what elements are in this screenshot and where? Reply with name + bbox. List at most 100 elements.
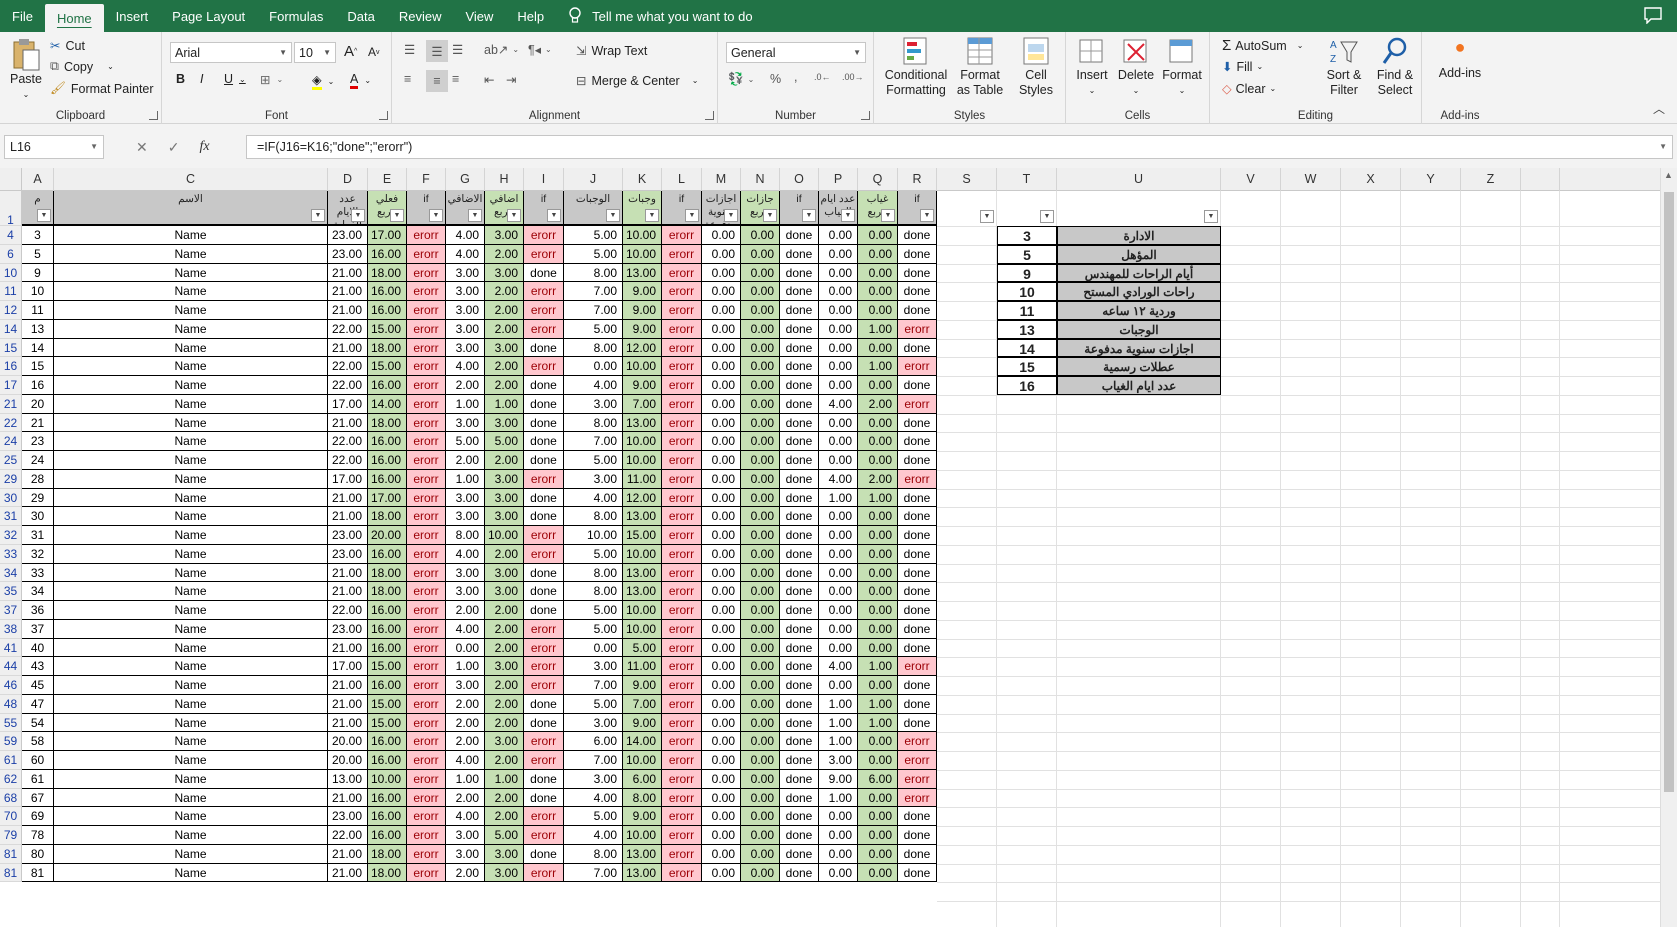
cell-o[interactable]: done xyxy=(780,863,819,883)
cell-g[interactable]: 2.00 xyxy=(446,713,485,733)
cell-c[interactable]: Name xyxy=(54,263,328,283)
cell-i[interactable]: erorr xyxy=(524,301,564,320)
tab-file[interactable]: File xyxy=(0,0,45,32)
cell-r[interactable]: done xyxy=(898,244,937,264)
cell-q[interactable]: 0.00 xyxy=(858,526,898,545)
cell-g[interactable]: 1.00 xyxy=(446,394,485,414)
cell-f[interactable]: erorr xyxy=(407,244,446,264)
cell-d[interactable]: 21.00 xyxy=(328,788,368,808)
cell-m[interactable]: 0.00 xyxy=(702,319,741,339)
cell-r[interactable]: done xyxy=(898,619,937,639)
row-header[interactable]: 44 xyxy=(0,657,22,676)
cell-p[interactable]: 0.00 xyxy=(819,582,858,601)
cell-e[interactable]: 18.00 xyxy=(368,507,407,526)
font-color-button[interactable]: A ⌄ xyxy=(350,72,371,89)
cell-l[interactable]: erorr xyxy=(662,788,702,808)
row-header[interactable]: 37 xyxy=(0,601,22,620)
cell-l[interactable]: erorr xyxy=(662,732,702,751)
cell-p[interactable]: 0.00 xyxy=(819,844,858,864)
cell-j[interactable]: 7.00 xyxy=(564,863,623,883)
cell-j[interactable]: 0.00 xyxy=(564,638,623,658)
cell-e[interactable]: 17.00 xyxy=(368,226,407,245)
cell-f[interactable]: erorr xyxy=(407,544,446,564)
cell-i[interactable]: done xyxy=(524,507,564,526)
cell-m[interactable]: 0.00 xyxy=(702,657,741,676)
format-cells-button[interactable]: Format ⌄ xyxy=(1160,36,1204,98)
cell-h[interactable]: 2.00 xyxy=(485,751,524,770)
cell-q[interactable]: 0.00 xyxy=(858,544,898,564)
cell-e[interactable]: 20.00 xyxy=(368,526,407,545)
bold-button[interactable]: B xyxy=(176,72,185,86)
cell-m[interactable]: 0.00 xyxy=(702,432,741,451)
cell-r[interactable]: done xyxy=(898,694,937,714)
cell-o[interactable]: done xyxy=(780,432,819,451)
lookup-label[interactable]: عدد ايام الغياب xyxy=(1057,376,1221,395)
cell-o[interactable]: done xyxy=(780,694,819,714)
cell-c[interactable]: Name xyxy=(54,376,328,395)
cell-j[interactable]: 5.00 xyxy=(564,319,623,339)
cell-k[interactable]: 10.00 xyxy=(623,226,662,245)
cell-c[interactable]: Name xyxy=(54,694,328,714)
cell-r[interactable]: erorr xyxy=(898,751,937,770)
cell-o[interactable]: done xyxy=(780,301,819,320)
cell-g[interactable]: 3.00 xyxy=(446,826,485,845)
cell-k[interactable]: 9.00 xyxy=(623,676,662,695)
cell-f[interactable]: erorr xyxy=(407,282,446,301)
cell-d[interactable]: 21.00 xyxy=(328,282,368,301)
cell-p[interactable]: 1.00 xyxy=(819,732,858,751)
cell-d[interactable]: 13.00 xyxy=(328,769,368,789)
cell-j[interactable]: 4.00 xyxy=(564,488,623,508)
cell-c[interactable]: Name xyxy=(54,301,328,320)
cell-f[interactable]: erorr xyxy=(407,432,446,451)
cell-j[interactable]: 0.00 xyxy=(564,357,623,376)
cell-h[interactable]: 3.00 xyxy=(485,732,524,751)
row-header[interactable]: 12 xyxy=(0,301,22,320)
tab-page-layout[interactable]: Page Layout xyxy=(160,0,257,32)
cell-r[interactable]: done xyxy=(898,713,937,733)
cell-q[interactable]: 0.00 xyxy=(858,582,898,601)
cell-r[interactable]: done xyxy=(898,563,937,583)
cell-c[interactable]: Name xyxy=(54,226,328,245)
cell-l[interactable]: erorr xyxy=(662,601,702,620)
cell-n[interactable]: 0.00 xyxy=(741,788,780,808)
cell-l[interactable]: erorr xyxy=(662,657,702,676)
cell-h[interactable]: 3.00 xyxy=(485,413,524,433)
cell-o[interactable]: done xyxy=(780,338,819,358)
cell-g[interactable]: 3.00 xyxy=(446,563,485,583)
row-header[interactable]: 21 xyxy=(0,394,22,414)
cell-l[interactable]: erorr xyxy=(662,863,702,883)
cell-j[interactable]: 8.00 xyxy=(564,413,623,433)
align-left-button[interactable]: ≡ xyxy=(404,72,411,86)
number-launcher-icon[interactable] xyxy=(861,111,870,120)
cell-m[interactable]: 0.00 xyxy=(702,807,741,826)
increase-decimal-button[interactable]: .0← xyxy=(814,72,831,82)
cell-c[interactable]: Name xyxy=(54,863,328,883)
underline-button[interactable]: U ⌄ xyxy=(224,72,246,86)
cell-n[interactable]: 0.00 xyxy=(741,507,780,526)
cell-q[interactable]: 1.00 xyxy=(858,713,898,733)
cell-r[interactable]: erorr xyxy=(898,732,937,751)
cell-a[interactable]: 61 xyxy=(22,769,54,789)
filter-dropdown-icon[interactable]: ▼ xyxy=(763,209,777,222)
cell-j[interactable]: 8.00 xyxy=(564,582,623,601)
cell-p[interactable]: 0.00 xyxy=(819,619,858,639)
cell-o[interactable]: done xyxy=(780,226,819,245)
cell-q[interactable]: 0.00 xyxy=(858,826,898,845)
cell-n[interactable]: 0.00 xyxy=(741,563,780,583)
lookup-index[interactable]: 5 xyxy=(997,244,1057,264)
cell-a[interactable]: 47 xyxy=(22,694,54,714)
cell-c[interactable]: Name xyxy=(54,488,328,508)
lookup-label[interactable]: وردية ١٢ ساعه xyxy=(1057,301,1221,320)
cell-f[interactable]: erorr xyxy=(407,263,446,283)
cell-d[interactable]: 22.00 xyxy=(328,376,368,395)
cell-n[interactable]: 0.00 xyxy=(741,338,780,358)
cell-f[interactable]: erorr xyxy=(407,526,446,545)
row-header[interactable]: 11 xyxy=(0,282,22,301)
cell-g[interactable]: 2.00 xyxy=(446,451,485,470)
cell-g[interactable]: 1.00 xyxy=(446,469,485,489)
cell-e[interactable]: 15.00 xyxy=(368,713,407,733)
cell-e[interactable]: 18.00 xyxy=(368,263,407,283)
cell-a[interactable]: 16 xyxy=(22,376,54,395)
column-header-q[interactable]: Q xyxy=(858,168,898,191)
cell-d[interactable]: 17.00 xyxy=(328,469,368,489)
